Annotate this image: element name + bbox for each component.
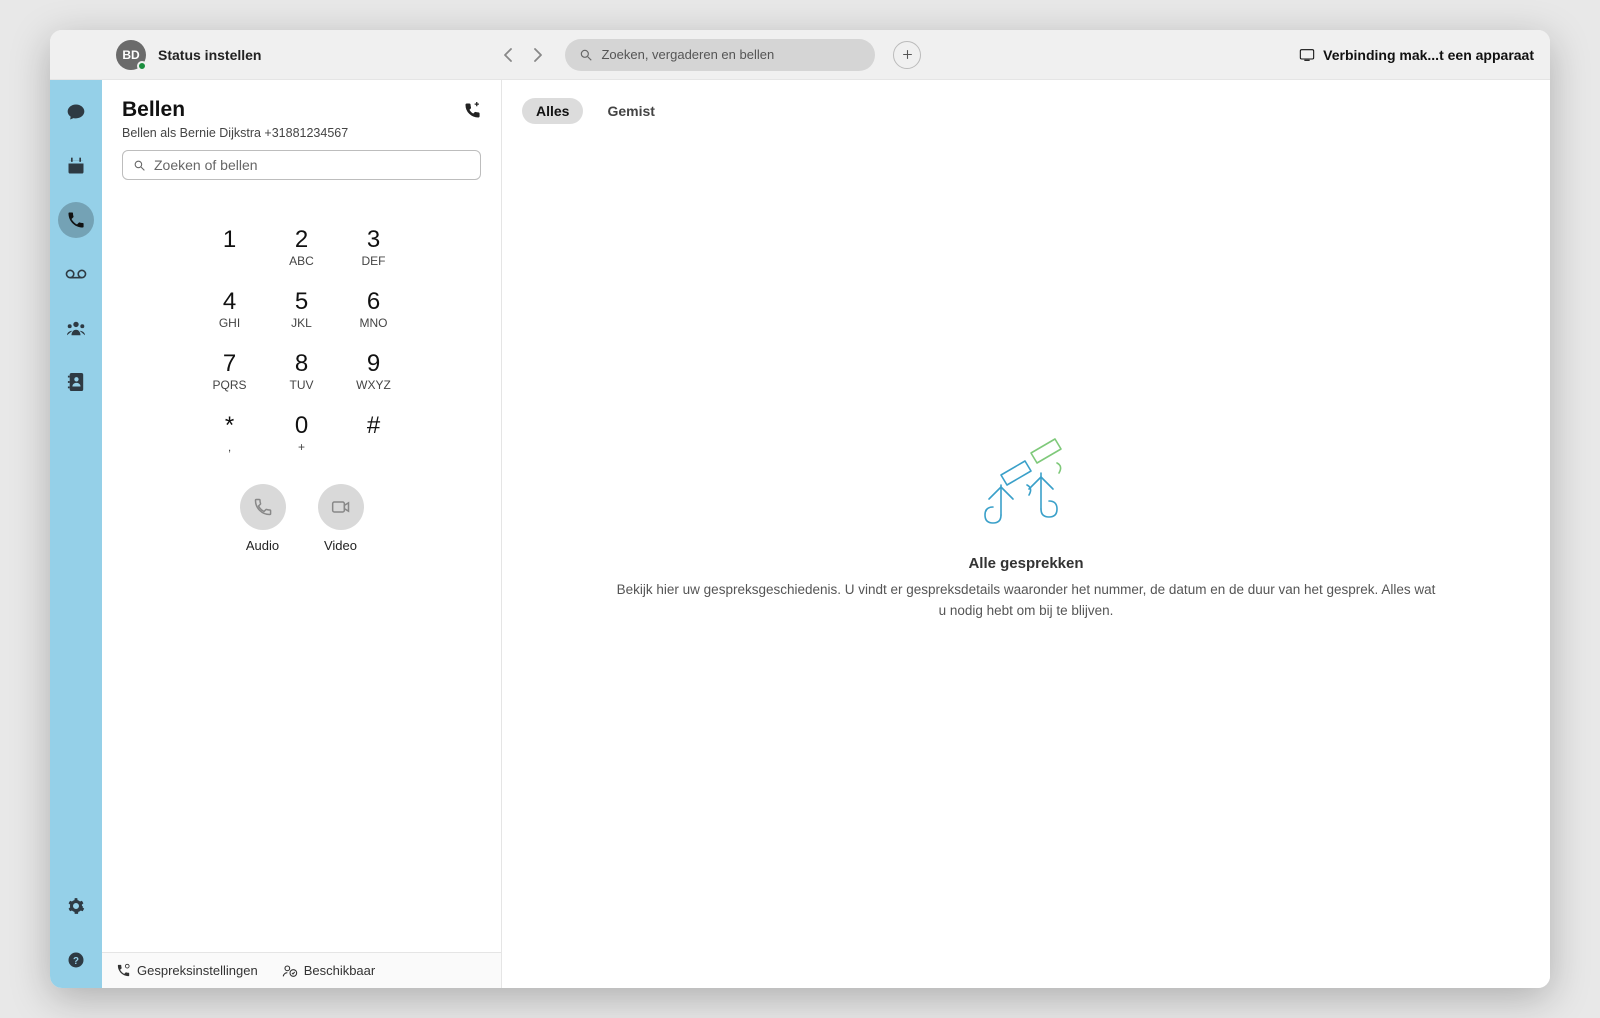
outgoing-call-icon[interactable]	[464, 102, 481, 119]
dial-key-7[interactable]: 7PQRS	[194, 352, 266, 392]
dial-search-placeholder: Zoeken of bellen	[154, 157, 258, 173]
device-icon	[1299, 48, 1315, 62]
svg-text:?: ?	[73, 956, 79, 967]
dialpad: 1 2ABC 3DEF 4GHI 5JKL 6MNO 7PQRS 8TUV 9W…	[102, 228, 501, 454]
caller-id-subtitle: Bellen als Bernie Dijkstra +31881234567	[102, 126, 501, 150]
availability-icon	[282, 964, 298, 978]
panel-title: Bellen	[122, 98, 185, 122]
contacts-icon	[67, 372, 85, 392]
phone-icon	[66, 210, 86, 230]
history-nav	[503, 48, 547, 62]
nav-forward-icon[interactable]	[533, 48, 547, 62]
dial-key-1[interactable]: 1	[194, 228, 266, 268]
avatar-initials: BD	[122, 48, 139, 62]
dial-key-3[interactable]: 3DEF	[338, 228, 410, 268]
nav-voicemail[interactable]	[58, 256, 94, 292]
global-search[interactable]: Zoeken, vergaderen en bellen	[565, 39, 875, 71]
dial-key-5[interactable]: 5JKL	[266, 290, 338, 330]
app-window: BD Status instellen Zoeken, vergaderen e…	[50, 30, 1550, 988]
empty-call-history: Alle gesprekken Bekijk hier uw gespreksg…	[502, 80, 1550, 988]
help-icon: ?	[67, 951, 85, 969]
plus-icon	[901, 48, 914, 61]
add-button[interactable]	[893, 41, 921, 69]
user-avatar[interactable]: BD	[116, 40, 146, 70]
call-settings-link[interactable]: Gespreksinstellingen	[116, 963, 258, 978]
availability-link[interactable]: Beschikbaar	[282, 963, 376, 978]
dial-key-0[interactable]: 0+	[266, 414, 338, 454]
app-body: ? Bellen Bellen als Bernie Dijkstra +318…	[50, 80, 1550, 988]
chat-icon	[66, 102, 86, 122]
video-call-button[interactable]: Video	[318, 484, 364, 553]
audio-label: Audio	[246, 538, 279, 553]
voicemail-icon	[65, 268, 87, 280]
calling-panel: Bellen Bellen als Bernie Dijkstra +31881…	[102, 80, 502, 988]
dial-key-star[interactable]: *,	[194, 414, 266, 454]
team-icon	[65, 319, 87, 337]
nav-settings[interactable]	[58, 888, 94, 924]
empty-title: Alle gesprekken	[968, 555, 1083, 572]
panel-footer: Gespreksinstellingen Beschikbaar	[102, 952, 501, 988]
nav-help[interactable]: ?	[58, 942, 94, 978]
empty-illustration-icon	[971, 431, 1081, 531]
dial-key-2[interactable]: 2ABC	[266, 228, 338, 268]
call-actions: Audio Video	[102, 484, 501, 553]
titlebar: BD Status instellen Zoeken, vergaderen e…	[50, 30, 1550, 80]
nav-messages[interactable]	[58, 94, 94, 130]
presence-dot-icon	[137, 61, 147, 71]
status-link[interactable]: Status instellen	[158, 47, 261, 63]
gear-icon	[67, 897, 85, 915]
dial-key-hash[interactable]: #	[338, 414, 410, 454]
search-icon	[133, 159, 146, 172]
nav-contacts[interactable]	[58, 364, 94, 400]
call-settings-label: Gespreksinstellingen	[137, 963, 258, 978]
nav-teams[interactable]	[58, 310, 94, 346]
dial-key-8[interactable]: 8TUV	[266, 352, 338, 392]
main-content: Alles Gemist	[502, 80, 1550, 988]
connect-device[interactable]: Verbinding mak...t een apparaat	[1299, 47, 1534, 63]
search-icon	[579, 48, 593, 62]
nav-meetings[interactable]	[58, 148, 94, 184]
dial-key-6[interactable]: 6MNO	[338, 290, 410, 330]
audio-call-button[interactable]: Audio	[240, 484, 286, 553]
dial-search-input[interactable]: Zoeken of bellen	[122, 150, 481, 180]
availability-label: Beschikbaar	[304, 963, 376, 978]
sidebar: ?	[50, 80, 102, 988]
nav-back-icon[interactable]	[503, 48, 517, 62]
connect-device-label: Verbinding mak...t een apparaat	[1323, 47, 1534, 63]
empty-body: Bekijk hier uw gespreksgeschiedenis. U v…	[616, 580, 1436, 621]
calendar-icon	[66, 156, 86, 176]
video-label: Video	[324, 538, 357, 553]
dial-key-9[interactable]: 9WXYZ	[338, 352, 410, 392]
video-camera-icon	[331, 499, 351, 515]
phone-settings-icon	[116, 963, 131, 978]
dial-key-4[interactable]: 4GHI	[194, 290, 266, 330]
phone-handset-icon	[253, 497, 273, 517]
nav-calling[interactable]	[58, 202, 94, 238]
global-search-placeholder: Zoeken, vergaderen en bellen	[601, 47, 774, 62]
